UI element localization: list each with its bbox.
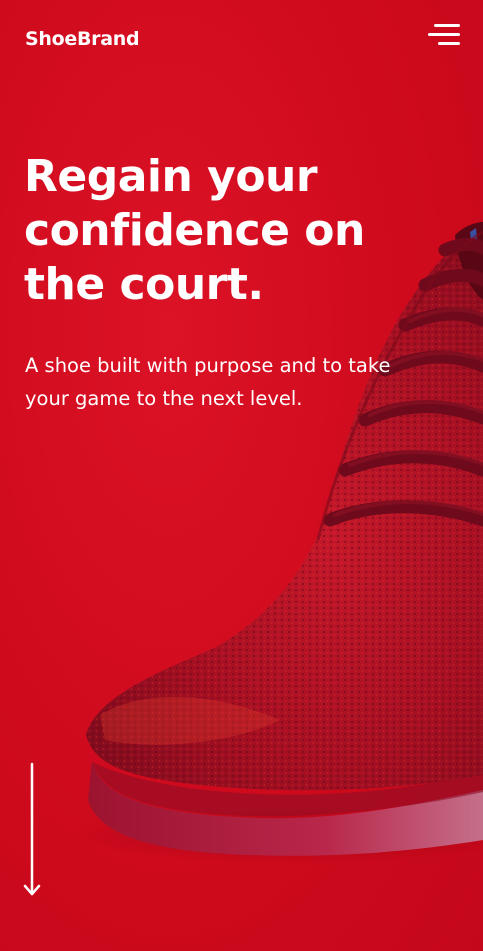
hamburger-menu-icon[interactable] xyxy=(424,22,462,50)
headline-line: the court. xyxy=(24,259,264,310)
red-knit-sneaker-image xyxy=(70,222,483,863)
subtext-line: your game to the next level. xyxy=(25,387,303,410)
hero-subtext: A shoe built with purpose and to take yo… xyxy=(25,349,455,415)
headline-line: Regain your xyxy=(24,151,318,202)
subtext-line: A shoe built with purpose and to take xyxy=(25,354,391,377)
brand-logo[interactable]: ShoeBrand xyxy=(25,28,140,50)
hero-headline: Regain your confidence on the court. xyxy=(24,150,444,312)
arrow-down-icon[interactable] xyxy=(22,762,44,898)
landing-page: ShoeBrand Regain your confidence on the … xyxy=(0,0,483,951)
headline-line: confidence on xyxy=(24,205,365,256)
